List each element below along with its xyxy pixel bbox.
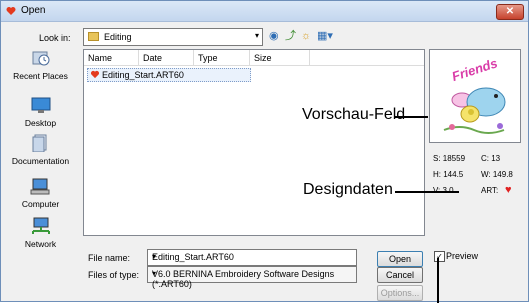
column-header-date[interactable]: Date modif...: [139, 50, 194, 79]
place-label: Recent Places: [13, 71, 68, 81]
column-header-name[interactable]: Name: [84, 50, 139, 66]
lookin-value: Editing: [104, 32, 132, 42]
new-folder-icon[interactable]: ☼: [301, 28, 311, 44]
views-menu-icon[interactable]: ▦▾: [317, 28, 333, 44]
file-name: Editing_Start.ART60: [102, 70, 184, 80]
filetype-dropdown[interactable]: V6.0 BERNINA Embroidery Software Designs…: [147, 266, 357, 289]
network-icon: [31, 217, 50, 234]
place-documentation[interactable]: Documentation: [4, 134, 77, 166]
art-label: ART:: [481, 186, 499, 195]
place-label: Network: [24, 239, 57, 249]
stitches-value: S: 18559: [433, 154, 466, 163]
preview-caption: Friends: [450, 55, 499, 84]
place-network[interactable]: Network: [4, 217, 77, 249]
computer-icon: [30, 178, 49, 195]
lookin-dropdown[interactable]: Editing ▾: [83, 28, 263, 46]
chevron-down-icon[interactable]: ▾: [152, 269, 353, 278]
preview-checkbox-label: Preview: [446, 251, 479, 261]
options-button[interactable]: Options...: [377, 285, 423, 301]
callout-line-preview: [394, 116, 428, 118]
column-header-filler: [310, 50, 424, 66]
place-label: Documentation: [11, 156, 70, 166]
cancel-button[interactable]: Cancel: [377, 267, 423, 283]
preview-checkbox[interactable]: ✓: [434, 251, 445, 262]
callout-line-preview-checkbox: [437, 258, 439, 303]
height-value: H: 144.5: [433, 170, 464, 179]
filename-label: File name:: [88, 253, 131, 263]
file-row[interactable]: Editing_Start.ART60: [87, 68, 251, 82]
app-heart-icon: [6, 7, 16, 15]
place-recent-places[interactable]: Recent Places: [4, 49, 77, 81]
place-desktop[interactable]: Desktop: [4, 96, 77, 128]
width-value: W: 149.8: [481, 170, 513, 179]
documentation-icon: [32, 134, 46, 153]
lookin-label: Look in:: [39, 33, 71, 43]
callout-preview-field: Vorschau-Feld: [302, 106, 406, 123]
back-icon[interactable]: ◉: [269, 28, 279, 44]
heart-icon: ♥: [505, 184, 512, 196]
close-button[interactable]: ✕: [496, 4, 524, 20]
colors-value: C: 13: [481, 154, 501, 163]
preview-pane: Friends: [429, 49, 521, 143]
open-dialog: Open ✕ Look in: Editing ▾ ◉ ⤴ ☼ ▦▾ Recen…: [0, 0, 529, 302]
column-header-type[interactable]: Type: [194, 50, 250, 66]
desktop-icon: [31, 97, 50, 113]
place-label: Desktop: [24, 118, 57, 128]
preview-image: Friends: [443, 55, 506, 134]
recent-places-icon: [32, 51, 49, 66]
file-list[interactable]: Name Date modif... Type Size Editing_Sta…: [83, 49, 425, 236]
window-title: Open: [21, 5, 46, 16]
up-folder-icon[interactable]: ⤴: [285, 28, 296, 44]
art-file-icon: [90, 70, 100, 79]
filetype-label: Files of type:: [88, 270, 140, 280]
callout-line-design: [395, 191, 459, 193]
place-label: Computer: [21, 199, 60, 209]
filename-input[interactable]: Editing_Start.ART60 ▾: [147, 249, 357, 266]
column-header-size[interactable]: Size: [250, 50, 310, 66]
title-bar: Open ✕: [1, 1, 528, 22]
places-bar: Recent Places Desktop Documentation Comp…: [4, 49, 77, 264]
design-info-panel: S: 18559 C: 13 H: 144.5 W: 149.8 V: 3.0 …: [429, 144, 519, 234]
chevron-down-icon[interactable]: ▾: [152, 252, 353, 261]
open-button[interactable]: Open: [377, 251, 423, 267]
callout-design-data: Designdaten: [303, 181, 393, 198]
chevron-down-icon: ▾: [254, 31, 259, 40]
folder-icon: [88, 32, 99, 41]
place-computer[interactable]: Computer: [4, 177, 77, 209]
